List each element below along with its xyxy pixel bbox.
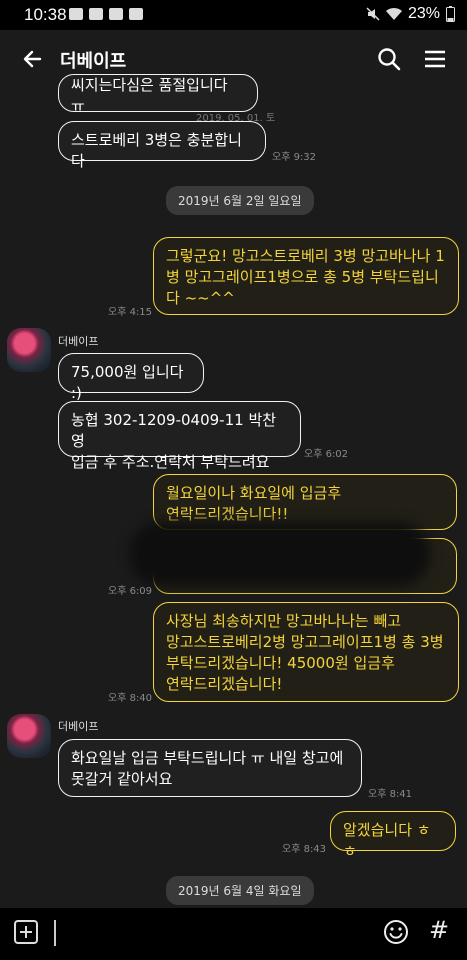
message-time: 오후 8:43	[282, 844, 327, 855]
message-time: 오후 8:41	[368, 789, 413, 800]
message-bubble-outgoing: 알겠습니다 ㅎㅎ	[330, 811, 456, 860]
sender-name: 더베이프	[58, 335, 99, 348]
battery-percent: 23%	[407, 5, 440, 22]
message-input-field[interactable]	[54, 920, 56, 946]
youtube-icon	[129, 8, 143, 20]
plus-icon	[20, 926, 32, 938]
hash-icon[interactable]: #	[429, 916, 449, 944]
attach-button[interactable]	[14, 920, 38, 944]
search-icon[interactable]	[374, 44, 404, 74]
status-time: 10:38	[24, 5, 67, 24]
wifi-icon	[385, 7, 402, 21]
battery-icon	[446, 6, 455, 22]
redaction-scribble	[130, 522, 430, 586]
back-arrow-icon[interactable]	[18, 44, 48, 74]
youtube-icon	[109, 8, 123, 20]
date-separator: 2019년 6월 2일 일요일	[166, 186, 314, 215]
chat-title: 더베이프	[60, 51, 127, 72]
hamburger-menu-icon[interactable]	[420, 44, 450, 74]
sender-name: 더베이프	[58, 720, 99, 733]
avatar[interactable]	[7, 328, 51, 372]
mute-icon	[366, 7, 380, 21]
message-bubble-incoming: 농협 302-1209-0409-11 박찬영 입금 후 주소.연락처 부탁드려…	[58, 401, 301, 471]
gallery-icon	[69, 8, 83, 20]
message-time: 오후 6:02	[304, 449, 349, 460]
message-time: 오후 8:40	[108, 693, 153, 704]
avatar[interactable]	[7, 714, 51, 758]
date-separator: 2019년 6월 4일 화요일	[166, 876, 314, 905]
notification-icons	[69, 8, 143, 20]
message-bubble-incoming: 스트로베리 3병은 충분합니다	[58, 121, 266, 170]
message-bubble-incoming: 75,000원 입니다 :)	[58, 353, 204, 402]
message-time: 오후 4:15	[108, 307, 153, 318]
youtube-icon	[89, 8, 103, 20]
status-right: 23%	[366, 5, 455, 23]
message-time: 오후 9:32	[272, 152, 317, 163]
message-bubble-outgoing: 그렇군요! 망고스트로베리 3병 망고바나나 1병 망고그레이프1병으로 총 5…	[153, 237, 459, 315]
message-time: 오후 6:09	[108, 586, 153, 597]
message-bubble-incoming: 화요일날 입금 부탁드립니다 ㅠ 내일 창고에 못갈거 같아서요	[58, 739, 362, 797]
message-bubble-outgoing: 사장님 최송하지만 망고바나나는 빼고 망고스트로베리2병 망고그레이프1병 총…	[153, 602, 459, 702]
emoji-icon[interactable]	[382, 918, 410, 946]
message-bubble-incoming: 씨지는다심은 품절입니다 ㅠ	[58, 74, 258, 112]
